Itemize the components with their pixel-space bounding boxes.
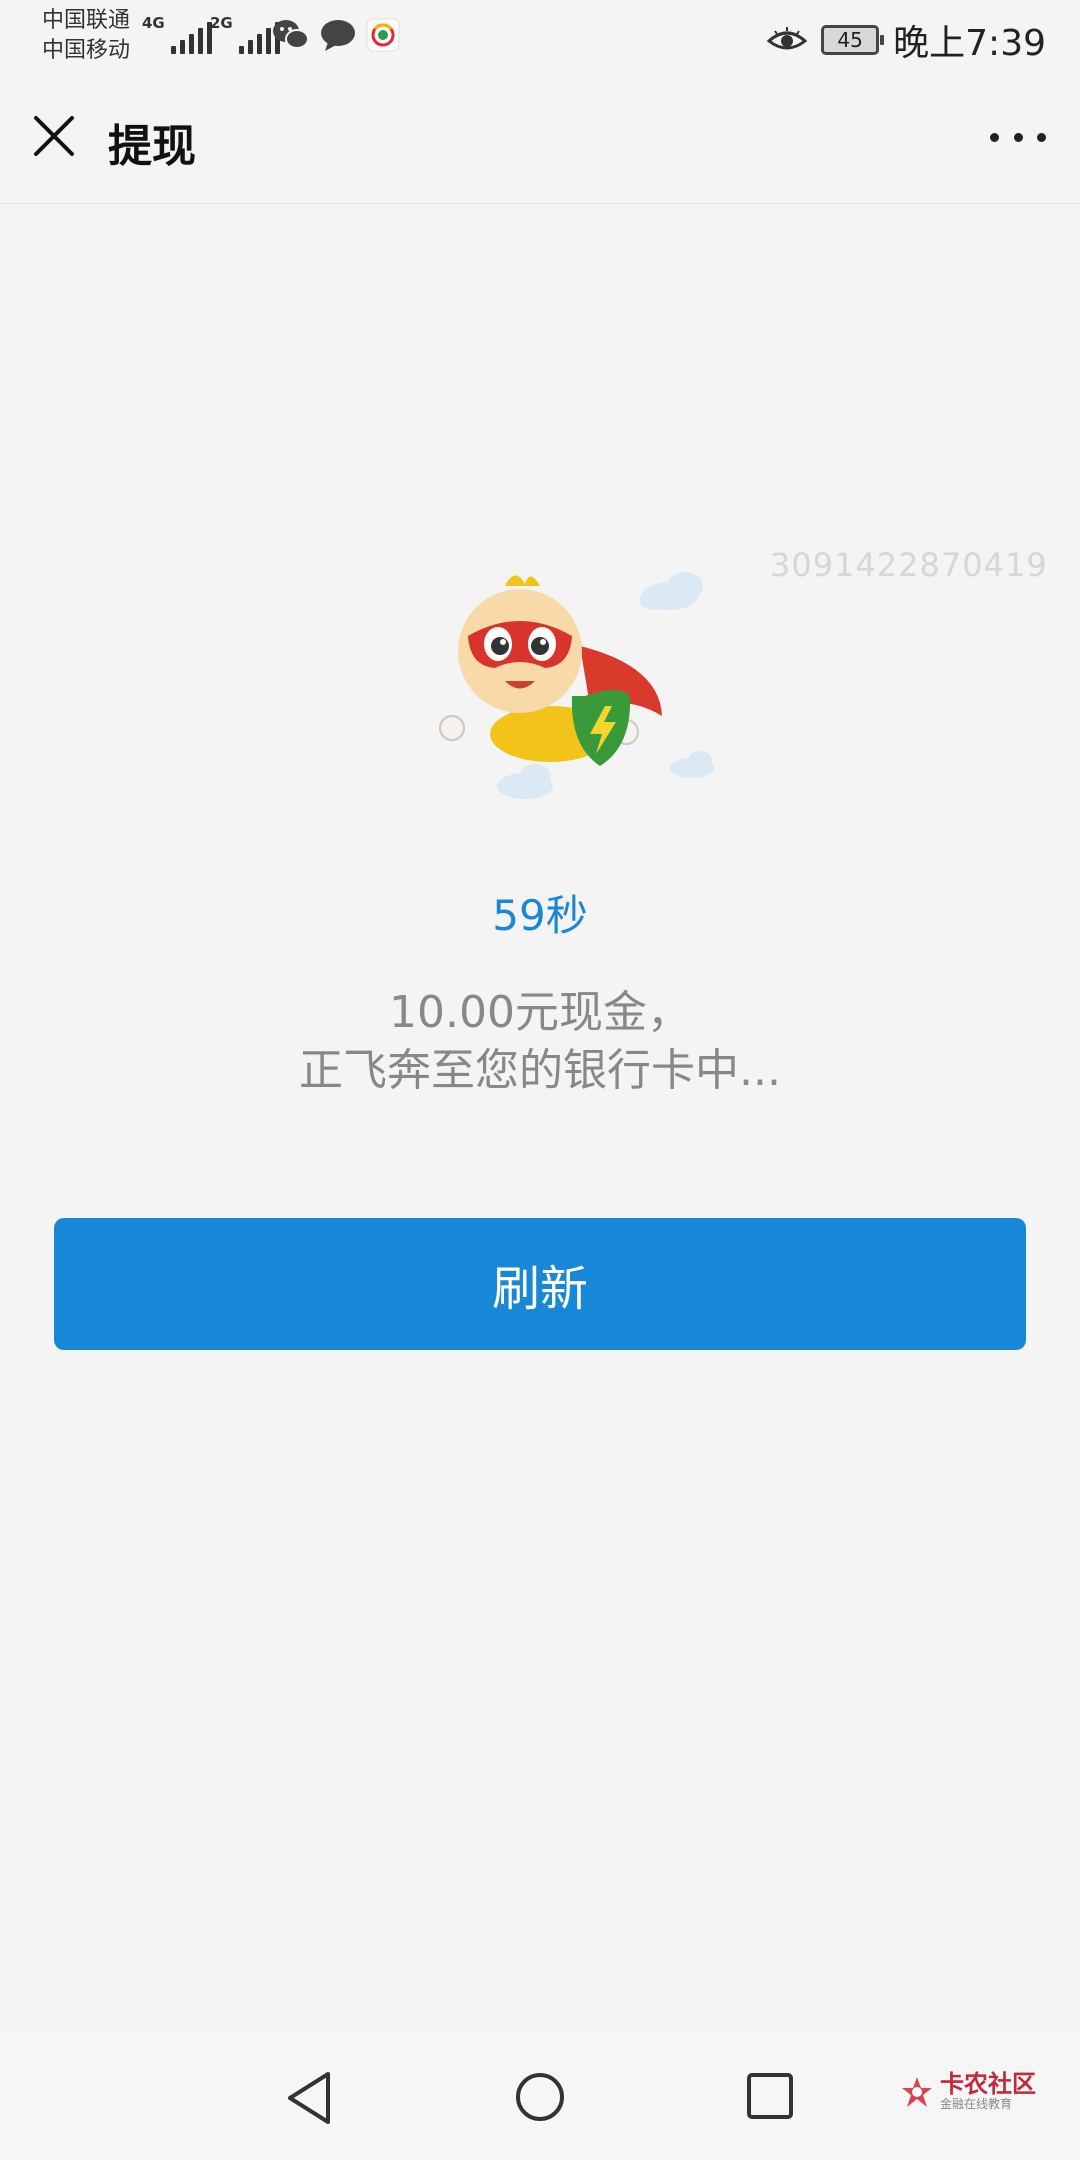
wechat-icon <box>273 20 309 49</box>
recent-apps-square-icon[interactable] <box>746 2072 794 2120</box>
brand-name: 卡农社区 <box>940 2070 1036 2098</box>
system-nav-bar: 卡农社区 金融在线教育 <box>0 2032 1080 2160</box>
network-type-sim2: 2G <box>210 14 233 32</box>
cloud-icon <box>497 764 553 799</box>
brand-watermark: 卡农社区 金融在线教育 <box>900 2072 1036 2112</box>
clock: 晚上7:39 <box>893 23 1046 64</box>
cloud-icon <box>670 751 714 778</box>
carrier-mobile: 中国移动 <box>42 38 131 63</box>
refresh-button[interactable]: 刷新 <box>54 1218 1026 1350</box>
watermark-id: 3091422870419 <box>770 546 1048 584</box>
signal-icon-sim1: 4G <box>142 14 212 54</box>
more-dot-icon <box>1013 132 1023 142</box>
brand-tagline: 金融在线教育 <box>940 2097 1013 2111</box>
status-bar: 中国联通 中国移动 4G 2G 45 晚上7:39 <box>0 0 1080 72</box>
more-dot-icon <box>1037 132 1046 142</box>
withdraw-status-message: 10.00元现金， 正飞奔至您的银行卡中... <box>0 984 1080 1100</box>
countdown-timer: 59秒 <box>492 891 588 940</box>
nav-bar: 提现 <box>0 72 1080 204</box>
app-notification-icon <box>366 18 400 52</box>
brand-logo-icon <box>902 2077 932 2107</box>
message-icon <box>321 20 355 51</box>
close-button[interactable] <box>30 112 78 160</box>
message-line-amount: 10.00元现金， <box>389 987 691 1038</box>
carrier-labels: 中国联通 中国移动 <box>42 6 130 66</box>
status-right: 45 晚上7:39 <box>767 14 1046 66</box>
network-type-sim1: 4G <box>142 14 165 32</box>
more-dot-icon <box>990 132 999 142</box>
battery-icon: 45 <box>821 25 885 55</box>
carrier-unicom: 中国联通 <box>42 8 131 33</box>
notification-icons <box>272 18 400 52</box>
close-icon <box>34 116 74 156</box>
eye-comfort-icon <box>767 27 808 50</box>
page-title: 提现 <box>108 121 196 172</box>
flying-mascot-illustration <box>439 572 714 799</box>
back-triangle-icon[interactable] <box>284 2070 334 2126</box>
message-line-status: 正飞奔至您的银行卡中... <box>299 1045 781 1096</box>
signal-icon-sim2: 2G <box>210 14 280 54</box>
home-circle-icon[interactable] <box>515 2072 565 2122</box>
cloud-icon <box>639 572 703 610</box>
more-options-button[interactable] <box>990 122 1046 152</box>
